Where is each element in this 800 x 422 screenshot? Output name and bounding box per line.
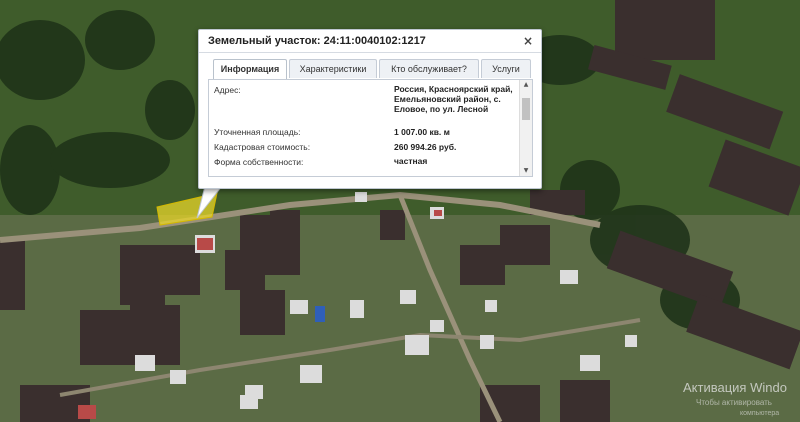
close-icon[interactable]: × xyxy=(523,34,533,48)
tab-services[interactable]: Услуги xyxy=(481,59,531,78)
scroll-up-icon[interactable]: ▲ xyxy=(520,80,532,90)
cadastral-value: 260 994.26 руб. xyxy=(394,142,457,152)
popup-header: Земельный участок: 24:11:0040102:1217 × xyxy=(199,30,541,53)
cadastral-value-label: Кадастровая стоимость: xyxy=(214,142,311,152)
windows-activation-hint-2: компьютера xyxy=(740,410,780,417)
cadastral-info-popup: Земельный участок: 24:11:0040102:1217 × … xyxy=(198,29,542,189)
windows-activation-hint: Чтобы активировать xyxy=(696,398,772,407)
info-panel: Адрес: Россия, Красноярский край, Емелья… xyxy=(208,79,533,177)
ownership-label: Форма собственности: xyxy=(214,157,304,167)
address-value: Россия, Красноярский край, Емельяновский… xyxy=(394,84,513,114)
area-label: Уточненная площадь: xyxy=(214,127,301,137)
ownership-value: частная xyxy=(394,156,428,166)
address-label: Адрес: xyxy=(214,85,241,95)
tab-who-serves[interactable]: Кто обслуживает? xyxy=(379,59,479,78)
info-scrollbar[interactable]: ▲ ▼ xyxy=(519,80,532,176)
popup-tabs: Информация Характеристики Кто обслуживае… xyxy=(213,59,531,82)
tab-characteristics[interactable]: Характеристики xyxy=(289,59,377,78)
scrollbar-thumb[interactable] xyxy=(522,98,530,120)
area-value: 1 007.00 кв. м xyxy=(394,127,450,137)
scroll-down-icon[interactable]: ▼ xyxy=(520,166,532,176)
popup-title: Земельный участок: 24:11:0040102:1217 xyxy=(208,35,426,47)
windows-activation-watermark: Активация Windo xyxy=(683,380,787,395)
